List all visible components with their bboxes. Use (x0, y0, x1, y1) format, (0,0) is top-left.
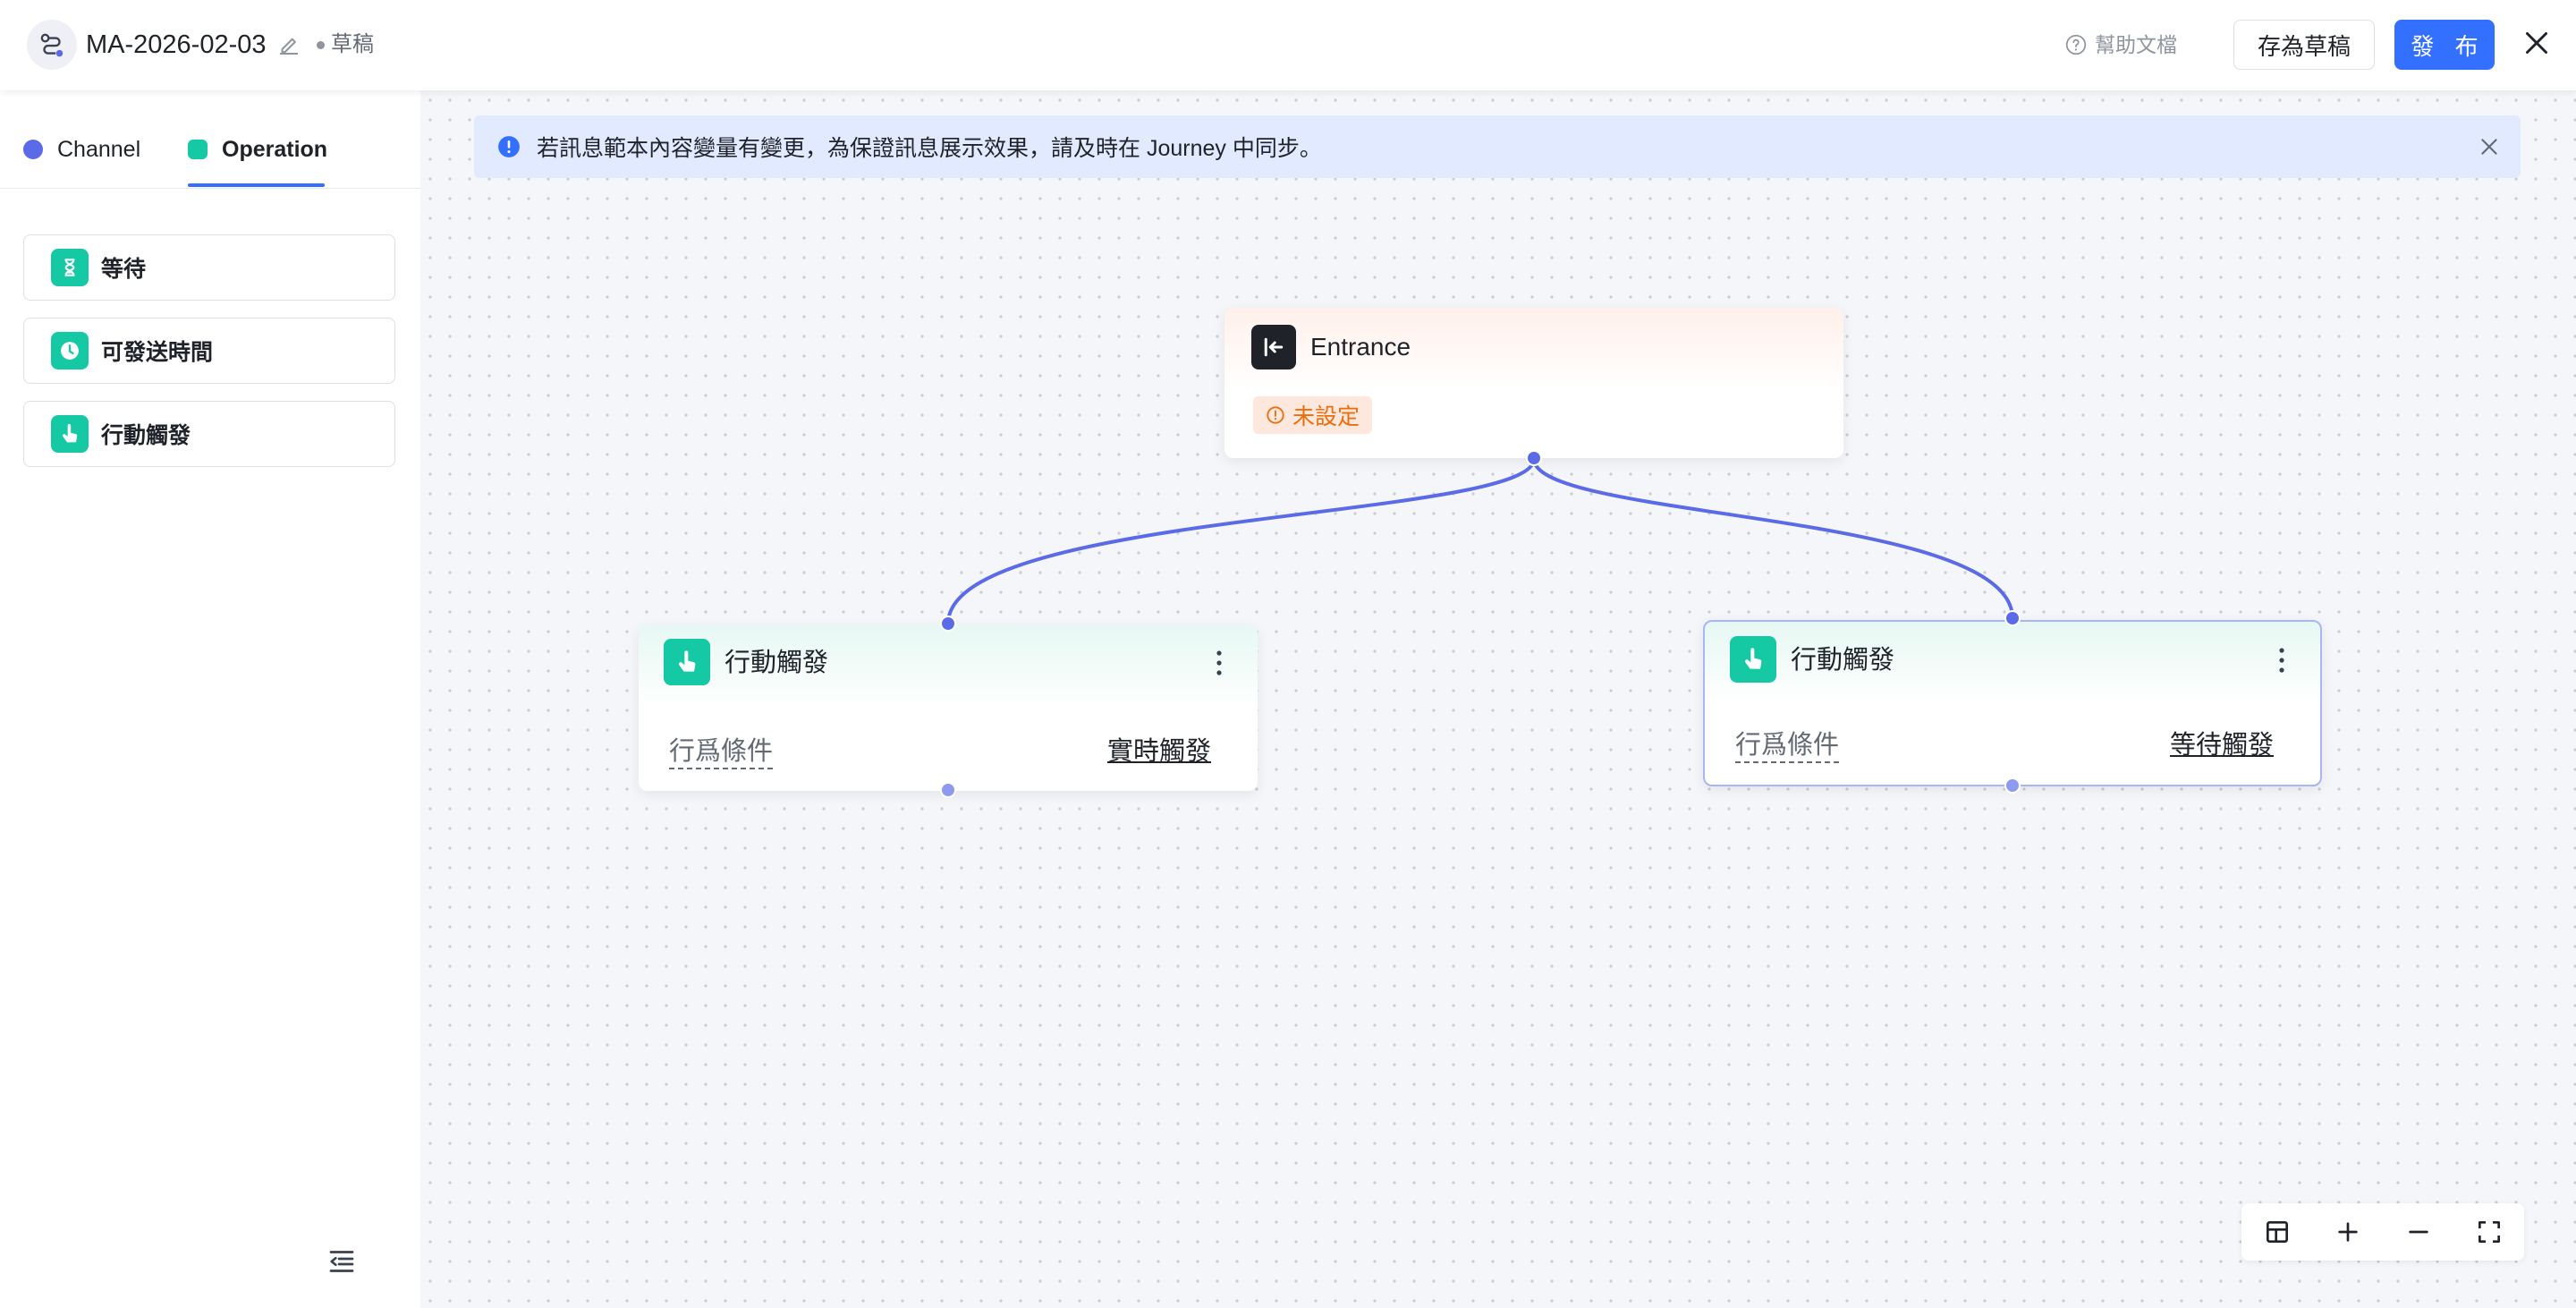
node-title: 行動觸發 (1791, 646, 1895, 675)
entrance-title: Entrance (1310, 333, 1411, 361)
tab-channel[interactable]: Channel (23, 133, 140, 166)
collapse-sidebar-icon[interactable] (326, 1245, 358, 1278)
close-banner-icon[interactable] (2478, 135, 2501, 158)
entrance-node[interactable]: Entrance 未設定 (1224, 308, 1843, 458)
status-badge: 草稿 (331, 32, 374, 56)
banner-text: 若訊息範本內容變量有變更，為保證訊息展示效果，請及時在 Journey 中同步。 (537, 136, 1322, 161)
tab-divider (0, 188, 420, 189)
entrance-output-port[interactable] (1526, 450, 1542, 466)
operation-item-action-trigger[interactable]: 行動觸發 (23, 401, 395, 467)
node-input-port[interactable] (940, 616, 956, 632)
node-input-port[interactable] (2004, 610, 2021, 626)
journey-canvas[interactable]: 若訊息範本內容變量有變更，為保證訊息展示效果，請及時在 Journey 中同步。… (420, 90, 2576, 1308)
node-title: 行動觸發 (724, 649, 829, 677)
operation-sidebar: Channel Operation 等待 可發送時間 行動觸發 (0, 90, 420, 1308)
help-docs-link[interactable]: 幫助文檔 (2064, 30, 2177, 59)
layout-icon[interactable] (2263, 1218, 2292, 1246)
help-label: 幫助文檔 (2095, 33, 2177, 56)
journey-title: MA-2026-02-03 (86, 30, 267, 59)
more-options-icon[interactable] (1215, 648, 1224, 678)
not-configured-badge: 未設定 (1253, 396, 1373, 434)
tab-operation[interactable]: Operation (188, 133, 327, 166)
warning-icon (1267, 406, 1284, 424)
behavior-condition-link[interactable]: 行爲條件 (669, 735, 774, 769)
node-output-port[interactable] (2004, 777, 2021, 794)
clock-icon (51, 332, 89, 369)
journey-flow-icon (27, 20, 77, 70)
operation-item-label: 可發送時間 (101, 340, 214, 365)
action-trigger-node[interactable]: 行動觸發 行爲條件 實時觸發 (639, 624, 1258, 791)
node-output-port[interactable] (940, 782, 956, 798)
action-trigger-node-selected[interactable]: 行動觸發 行爲條件 等待觸發 (1703, 620, 2322, 786)
operation-item-label: 等待 (101, 257, 147, 282)
tab-operation-label: Operation (222, 137, 328, 162)
operation-item-send-time[interactable]: 可發送時間 (23, 318, 395, 384)
more-options-icon[interactable] (2277, 645, 2286, 675)
edit-icon[interactable] (275, 31, 302, 58)
save-draft-button[interactable]: 存為草稿 (2233, 20, 2375, 70)
zoom-in-icon[interactable] (2334, 1218, 2362, 1246)
badge-text: 未設定 (1292, 404, 1360, 429)
fullscreen-icon[interactable] (2475, 1218, 2504, 1246)
close-icon[interactable] (2521, 27, 2553, 59)
info-icon (498, 136, 520, 157)
publish-button[interactable]: 發 布 (2394, 20, 2495, 70)
tap-hand-icon (51, 415, 89, 453)
top-bar: MA-2026-02-03 草稿 幫助文檔 存為草稿 發 布 (0, 0, 2576, 90)
operation-dot (188, 140, 208, 159)
entrance-icon (1251, 325, 1296, 369)
sync-notice-banner: 若訊息範本內容變量有變更，為保證訊息展示效果，請及時在 Journey 中同步。 (474, 115, 2521, 178)
zoom-out-icon[interactable] (2404, 1218, 2433, 1246)
operation-item-label: 行動觸發 (101, 423, 191, 448)
help-icon (2065, 34, 2087, 55)
channel-dot (23, 140, 43, 159)
tab-channel-label: Channel (57, 137, 141, 162)
wait-trigger-link[interactable]: 等待觸發 (2170, 729, 2274, 761)
status-dot (317, 41, 325, 49)
hourglass-icon (51, 249, 89, 286)
realtime-trigger-link[interactable]: 實時觸發 (1107, 735, 1211, 768)
canvas-zoom-controls (2241, 1203, 2524, 1261)
operation-item-wait[interactable]: 等待 (23, 234, 395, 301)
behavior-condition-link[interactable]: 行爲條件 (1735, 729, 1840, 763)
active-tab-indicator (188, 183, 325, 187)
tap-hand-icon (664, 639, 710, 685)
tap-hand-icon (1730, 636, 1776, 683)
